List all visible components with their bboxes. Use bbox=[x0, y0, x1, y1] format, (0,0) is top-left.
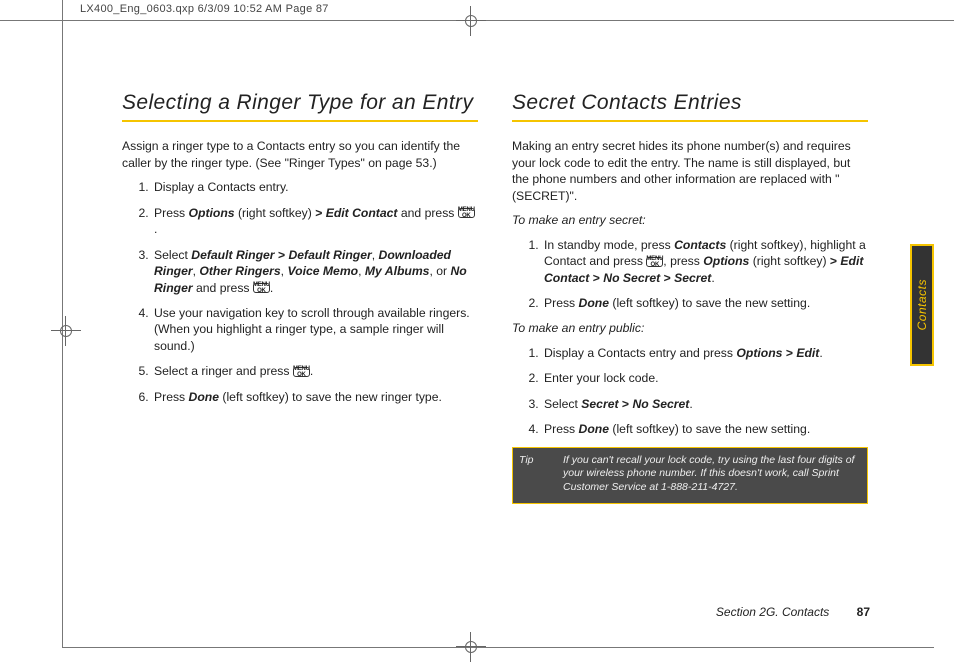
step-1: Display a Contacts entry. bbox=[152, 179, 478, 195]
public-steps: Display a Contacts entry and press Optio… bbox=[512, 345, 868, 438]
page-content: Selecting a Ringer Type for an Entry Ass… bbox=[122, 90, 882, 504]
tip-body: If you can't recall your lock code, try … bbox=[561, 448, 867, 503]
secret-steps: In standby mode, press Contacts (right s… bbox=[512, 237, 868, 312]
heading-underline bbox=[512, 120, 868, 122]
menu-ok-key-icon: MENU OK bbox=[293, 367, 310, 377]
intro-text: Assign a ringer type to a Contacts entry… bbox=[122, 138, 478, 171]
print-job-info: LX400_Eng_0603.qxp 6/3/09 10:52 AM Page … bbox=[80, 3, 329, 15]
step-2: Press Done (left softkey) to save the ne… bbox=[542, 295, 868, 311]
step-1: Display a Contacts entry and press Optio… bbox=[542, 345, 868, 361]
menu-ok-key-icon: MENU OK bbox=[253, 283, 270, 293]
subhead-public: To make an entry public: bbox=[512, 320, 868, 336]
registration-mark-icon bbox=[55, 320, 77, 342]
menu-ok-key-icon: MENU OK bbox=[458, 208, 475, 218]
registration-mark-icon bbox=[460, 10, 482, 32]
page-footer: Section 2G. Contacts 87 bbox=[500, 605, 870, 619]
step-4: Press Done (left softkey) to save the ne… bbox=[542, 421, 868, 437]
subhead-secret: To make an entry secret: bbox=[512, 212, 868, 228]
section-label: Section 2G. Contacts bbox=[716, 605, 829, 619]
step-6: Press Done (left softkey) to save the ne… bbox=[152, 389, 478, 405]
intro-text: Making an entry secret hides its phone n… bbox=[512, 138, 868, 204]
step-4: Use your navigation key to scroll throug… bbox=[152, 305, 478, 354]
tip-box: Tip If you can't recall your lock code, … bbox=[512, 447, 868, 504]
heading-underline bbox=[122, 120, 478, 122]
page-number: 87 bbox=[857, 605, 870, 619]
registration-mark-icon bbox=[460, 636, 482, 658]
tip-label: Tip bbox=[513, 448, 561, 503]
step-2: Press Options (right softkey) > Edit Con… bbox=[152, 205, 478, 238]
heading-ringer-type: Selecting a Ringer Type for an Entry bbox=[122, 90, 478, 116]
menu-ok-key-icon: MENU OK bbox=[646, 257, 663, 267]
step-1: In standby mode, press Contacts (right s… bbox=[542, 237, 868, 286]
right-column: Secret Contacts Entries Making an entry … bbox=[512, 90, 868, 504]
step-3: Select Default Ringer > Default Ringer, … bbox=[152, 247, 478, 296]
steps-list: Display a Contacts entry. Press Options … bbox=[122, 179, 478, 405]
left-column: Selecting a Ringer Type for an Entry Ass… bbox=[122, 90, 478, 504]
heading-secret-contacts: Secret Contacts Entries bbox=[512, 90, 868, 116]
step-3: Select Secret > No Secret. bbox=[542, 396, 868, 412]
step-5: Select a ringer and press MENU OK. bbox=[152, 363, 478, 379]
section-thumb-tab: Contacts bbox=[910, 244, 934, 366]
step-2: Enter your lock code. bbox=[542, 370, 868, 386]
